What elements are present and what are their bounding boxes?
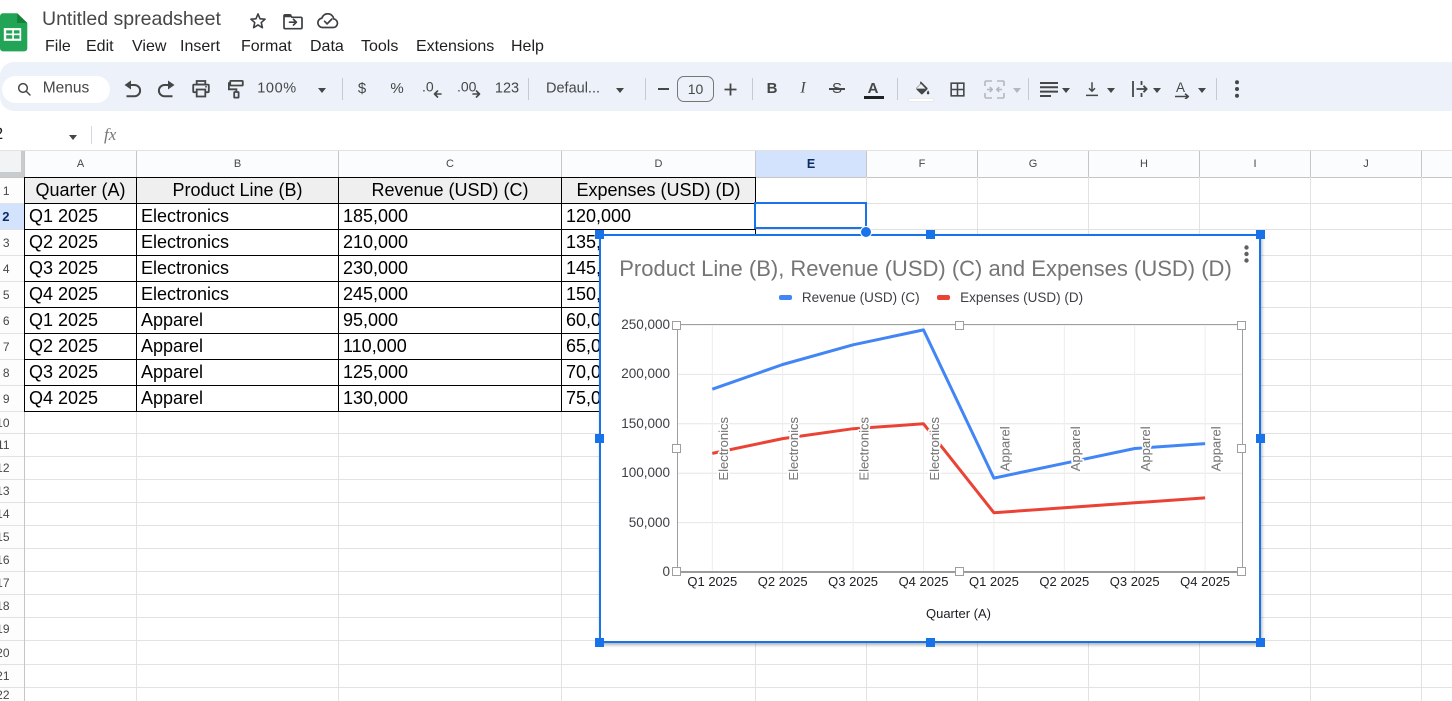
svg-text:Electronics: Electronics [786, 417, 801, 481]
svg-text:Electronics: Electronics [927, 417, 942, 481]
svg-text:A: A [1176, 80, 1185, 95]
svg-text:Apparel: Apparel [1068, 426, 1083, 471]
svg-text:Apparel: Apparel [997, 426, 1012, 471]
svg-text:Electronics: Electronics [857, 417, 872, 481]
svg-text:Apparel: Apparel [1209, 426, 1224, 471]
svg-text:.0: .0 [422, 80, 434, 95]
svg-text:Apparel: Apparel [1138, 426, 1153, 471]
svg-text:.00: .00 [457, 80, 477, 95]
svg-text:Electronics: Electronics [716, 417, 731, 481]
